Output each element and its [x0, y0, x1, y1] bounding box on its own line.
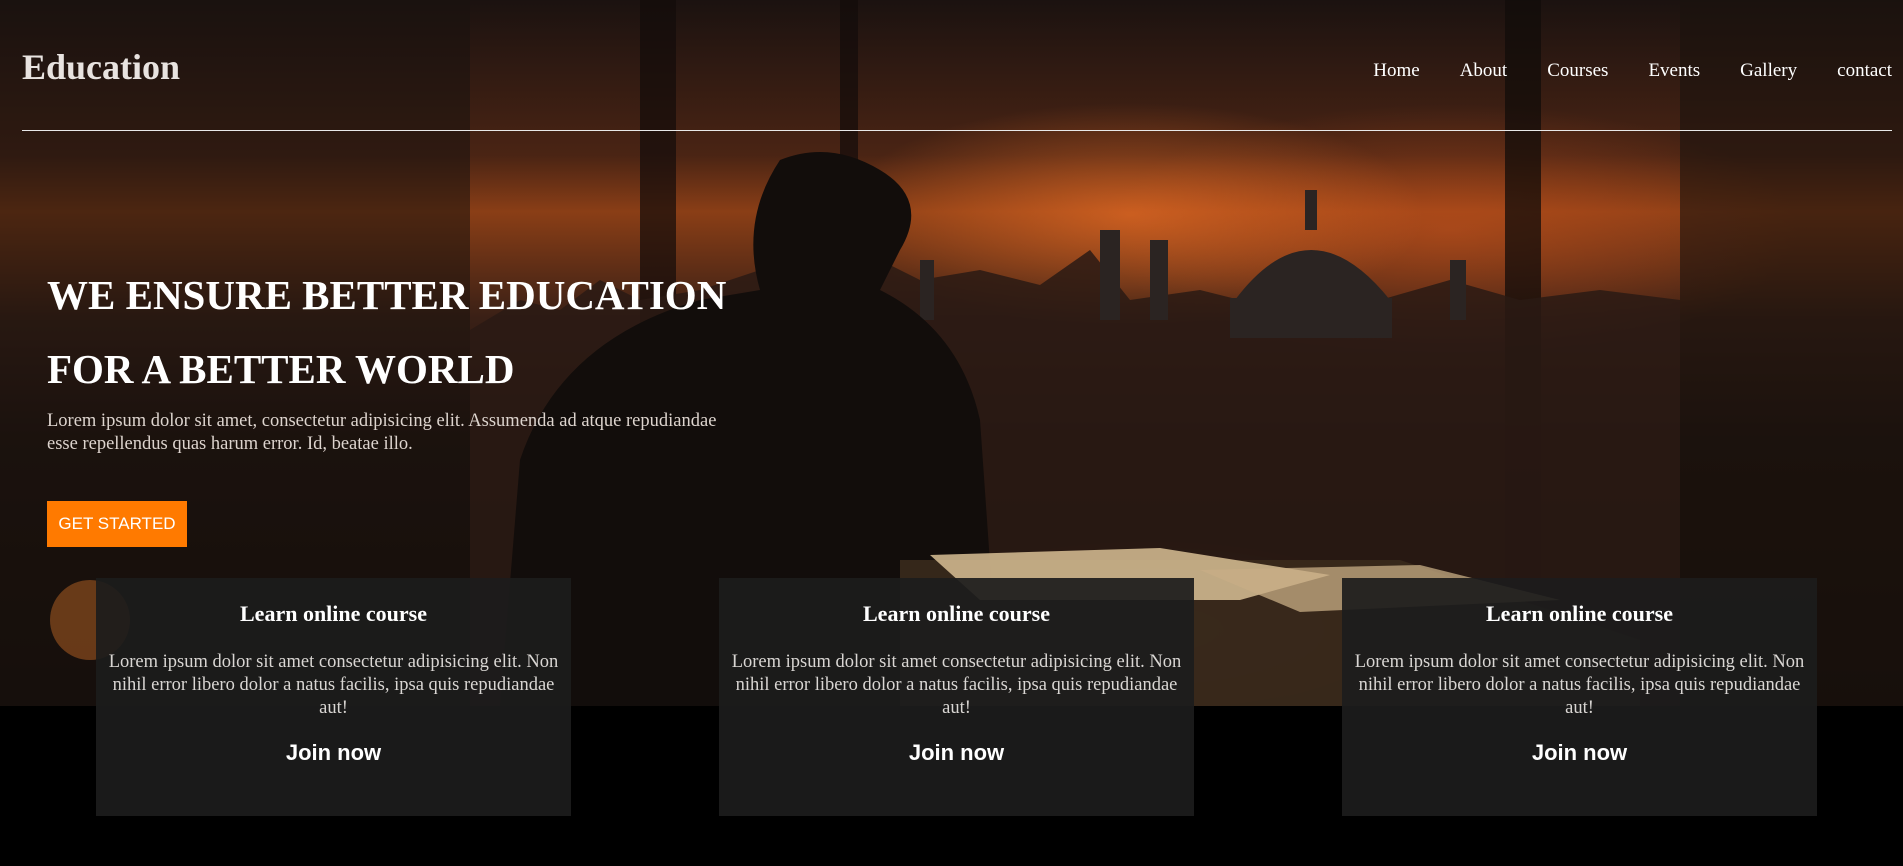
- course-card: Learn online course Lorem ipsum dolor si…: [1342, 578, 1817, 816]
- nav-events[interactable]: Events: [1648, 60, 1700, 82]
- card-title: Learn online course: [863, 601, 1050, 626]
- nav-about[interactable]: About: [1460, 60, 1508, 82]
- hero-subtitle: Lorem ipsum dolor sit amet, consectetur …: [47, 411, 717, 454]
- course-card: Learn online course Lorem ipsum dolor si…: [719, 578, 1194, 816]
- card-text: Lorem ipsum dolor sit amet consectetur a…: [1354, 652, 1805, 718]
- nav-courses[interactable]: Courses: [1547, 60, 1608, 82]
- site-logo[interactable]: Education: [22, 46, 180, 88]
- card-title: Learn online course: [240, 601, 427, 626]
- hero-headline-line2: FOR A BETTER WORLD: [47, 346, 515, 392]
- main-nav: Home About Courses Events Gallery contac…: [1373, 60, 1892, 82]
- hero-headline-line1: WE ENSURE BETTER EDUCATION: [47, 272, 727, 318]
- nav-contact[interactable]: contact: [1837, 60, 1892, 82]
- nav-home[interactable]: Home: [1373, 60, 1419, 82]
- join-now-link[interactable]: Join now: [96, 740, 571, 766]
- get-started-button[interactable]: GET STARTED: [47, 501, 187, 547]
- course-card: Learn online course Lorem ipsum dolor si…: [96, 578, 571, 816]
- site-header: Education Home About Courses Events Gall…: [22, 0, 1892, 131]
- nav-gallery[interactable]: Gallery: [1740, 60, 1797, 82]
- hero-headline: WE ENSURE BETTER EDUCATION FOR A BETTER …: [47, 258, 726, 406]
- card-text: Lorem ipsum dolor sit amet consectetur a…: [731, 652, 1182, 718]
- card-text: Lorem ipsum dolor sit amet consectetur a…: [108, 652, 559, 718]
- card-title: Learn online course: [1486, 601, 1673, 626]
- join-now-link[interactable]: Join now: [1342, 740, 1817, 766]
- join-now-link[interactable]: Join now: [719, 740, 1194, 766]
